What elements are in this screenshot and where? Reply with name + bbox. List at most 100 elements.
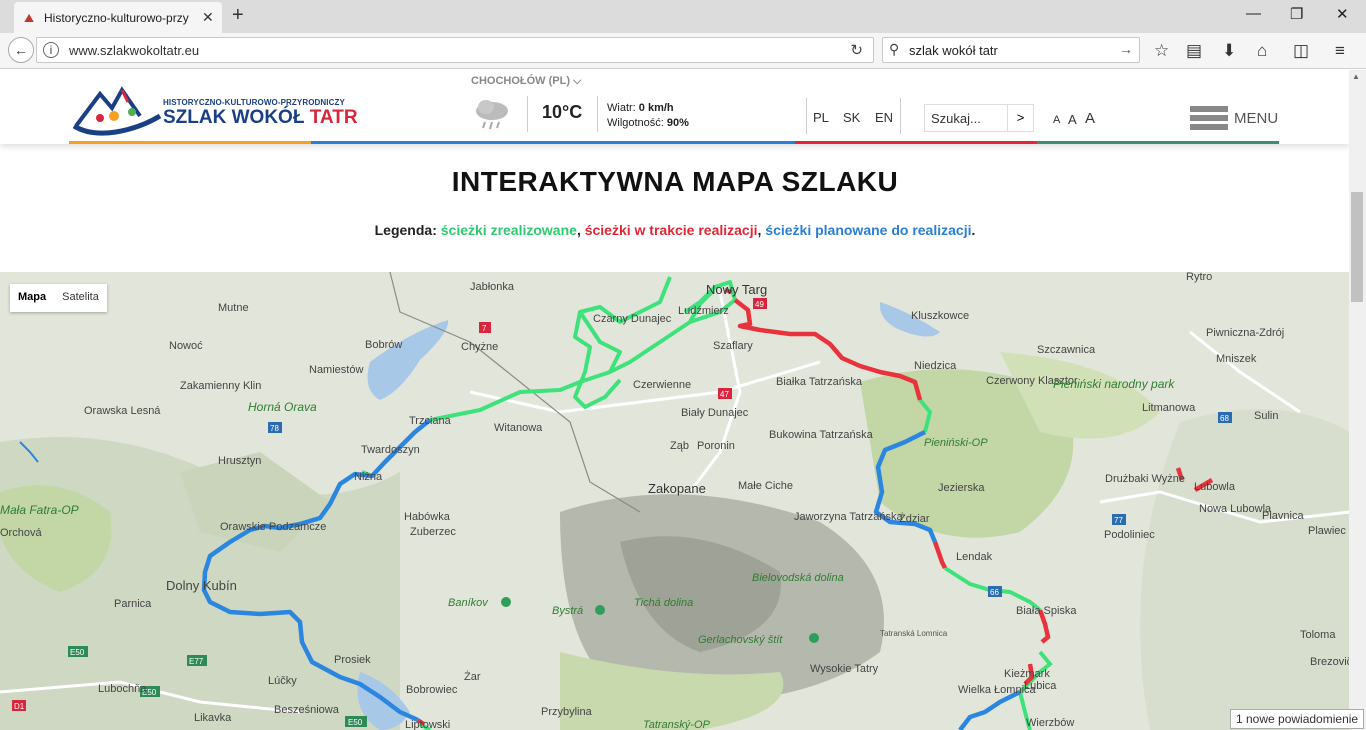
place-label: Rytro (1186, 272, 1212, 283)
lang-en[interactable]: EN (875, 110, 893, 125)
browser-navbar: ← i www.szlakwokoltatr.eu ↻ ⚲ szlak wokó… (0, 33, 1366, 69)
place-label: Mniszek (1216, 353, 1257, 365)
place-label: Hrusztyn (218, 455, 261, 467)
legend-planned: ścieżki planowane do realizacji (765, 222, 972, 238)
place-label: Liptowski (405, 719, 450, 730)
site-search-input[interactable]: Szukaj... > (924, 104, 1034, 132)
place-label: Żar (464, 670, 481, 683)
menu-button[interactable]: MENU (1234, 110, 1278, 127)
font-size-large[interactable]: A (1085, 110, 1095, 127)
search-icon: ⚲ (889, 41, 900, 57)
place-label: Gerlachovský štít (698, 634, 783, 646)
site-favicon-icon: ⛰ (24, 10, 35, 25)
logo-title-main: SZLAK WOKÓŁ (163, 107, 305, 128)
place-label: Tatranská Lomnica (880, 629, 948, 638)
home-icon[interactable]: ⌂ (1257, 41, 1267, 61)
place-label: Dolny Kubín (166, 578, 237, 593)
place-label: Horná Orava (248, 400, 317, 414)
browser-search-bar[interactable]: ⚲ szlak wokół tatr → (882, 37, 1140, 63)
place-label: Poronin (697, 440, 735, 452)
place-label: Tichá dolina (634, 597, 693, 609)
address-bar[interactable]: i www.szlakwokoltatr.eu ↻ (36, 37, 874, 63)
place-label: Podoliniec (1104, 529, 1155, 541)
search-go-icon[interactable]: → (1119, 41, 1133, 57)
download-icon[interactable]: ⬇ (1222, 41, 1236, 61)
place-label: Habówka (404, 511, 451, 523)
lang-divider (806, 98, 807, 134)
lang-sk[interactable]: SK (843, 110, 860, 125)
place-label: Sulin (1254, 410, 1278, 422)
place-label: Niżna (354, 471, 383, 483)
reload-icon[interactable]: ↻ (850, 41, 863, 59)
place-label: Lubowla (1194, 481, 1236, 493)
font-size-small[interactable]: A (1053, 114, 1060, 126)
road-66: 66 (990, 588, 999, 597)
place-label: Baníkov (448, 597, 489, 609)
weather-location-select[interactable]: CHOCHOŁÓW (PL) ⌵ (471, 75, 581, 88)
hamburger-menu-icon[interactable] (1190, 106, 1228, 134)
pocket-icon[interactable]: ◫ (1293, 41, 1309, 61)
wind-label: Wiatr: (607, 102, 636, 114)
notification-toast[interactable]: 1 nowe powiadomienie (1230, 709, 1364, 729)
weather-details: Wiatr: 0 km/h Wilgotność: 90% (607, 101, 689, 131)
header-stripe-blue-2 (553, 141, 795, 144)
reading-list-icon[interactable]: ▤ (1186, 41, 1202, 61)
browser-menu-icon[interactable]: ≡ (1335, 41, 1345, 61)
lang-pl[interactable]: PL (813, 110, 829, 125)
place-label: Parnica (114, 598, 152, 610)
site-logo[interactable]: HISTORYCZNO-KULTUROWO-PRZYRODNICZY SZLAK… (70, 82, 358, 138)
place-label: Jezierska (938, 482, 985, 494)
road-47: 47 (720, 390, 729, 399)
place-label: Zakopane (648, 481, 706, 496)
header-stripe-orange (69, 141, 311, 144)
place-label: Mała Fatra-OP (0, 503, 79, 517)
place-label: Drużbaki Wyżne (1105, 473, 1185, 485)
bookmark-star-icon[interactable]: ☆ (1154, 41, 1169, 61)
site-info-icon[interactable]: i (43, 42, 59, 58)
back-button[interactable]: ← (8, 37, 34, 63)
map-type-map[interactable]: Mapa (10, 284, 54, 312)
place-label: Pieniński-OP (924, 437, 988, 449)
font-size-medium[interactable]: A (1068, 112, 1077, 127)
mountain-logo-icon (72, 86, 162, 136)
place-label: Pieniński narodny park (1053, 377, 1175, 391)
place-label: Piwniczna-Zdrój (1206, 327, 1284, 339)
scrollbar-thumb[interactable] (1351, 192, 1363, 302)
browser-tab[interactable]: ⛰ Historyczno-kulturowo-przy ✕ (14, 2, 222, 33)
map-type-control[interactable]: Mapa Satelita (10, 284, 107, 312)
map-type-satellite[interactable]: Satelita (54, 284, 107, 312)
scroll-up-icon[interactable]: ▲ (1352, 72, 1360, 81)
header-stripe-blue (311, 141, 553, 144)
map-legend: Legenda: ścieżki zrealizowane, ścieżki w… (0, 222, 1350, 238)
wind-value: 0 km/h (638, 102, 674, 114)
restore-icon[interactable]: ❐ (1290, 5, 1303, 23)
place-label: Białka Tatrzańska (776, 376, 863, 388)
legend-in-progress: ścieżki w trakcie realizacji (584, 222, 758, 238)
site-search-button[interactable]: > (1007, 105, 1033, 131)
place-label: Litmanowa (1142, 402, 1196, 414)
place-label: Zuberzec (410, 526, 456, 538)
peak-marker-icon (501, 597, 511, 607)
page-scrollbar[interactable]: ▲ (1349, 70, 1366, 730)
browser-tabbar: ⛰ Historyczno-kulturowo-przy ✕ + — ❐ ✕ (0, 0, 1366, 33)
legend-sep: , (576, 222, 581, 238)
interactive-map[interactable]: 7 49 47 78 68 77 66 E77 E50 E50 E50 D1 J… (0, 272, 1350, 730)
place-label: Ludźmierz (678, 305, 729, 317)
close-window-icon[interactable]: ✕ (1336, 5, 1349, 23)
road-7: 7 (482, 324, 487, 333)
header-stripe-green (1037, 141, 1279, 144)
map-canvas[interactable]: 7 49 47 78 68 77 66 E77 E50 E50 E50 D1 J… (0, 272, 1350, 730)
place-label: Witanowa (494, 422, 543, 434)
place-label: Wierzbów (1026, 717, 1074, 729)
place-label: Orchová (0, 527, 42, 539)
road-68: 68 (1220, 414, 1229, 423)
place-label: Biała Spiska (1016, 605, 1077, 617)
road-78: 78 (270, 424, 279, 433)
lang-divider-2 (900, 98, 901, 134)
place-label: Brezovič (1310, 656, 1350, 668)
place-label: Orawska Lesná (84, 405, 161, 417)
close-tab-icon[interactable]: ✕ (202, 9, 214, 26)
new-tab-button[interactable]: + (232, 4, 244, 27)
minimize-icon[interactable]: — (1246, 5, 1261, 22)
place-label: Lúčky (268, 675, 297, 687)
